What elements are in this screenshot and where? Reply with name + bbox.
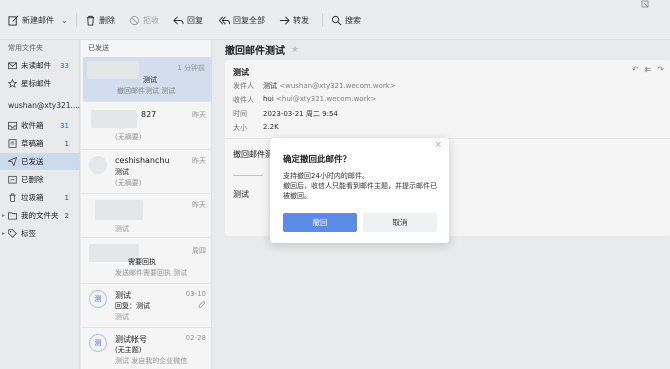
dialog-message: 支持撤回24小时内的邮件。 撤回后，收信人只能看到邮件主题，并提示邮件已被撤回。 — [283, 172, 437, 200]
recall-dialog: × 确定撤回此邮件？ 支持撤回24小时内的邮件。 撤回后，收信人只能看到邮件主题… — [270, 138, 449, 243]
close-icon[interactable]: × — [434, 140, 442, 150]
mail-window: 新建邮件 ⌄ 删除 拒收 回复 回复全部 转发 搜索 常用文件夹 未读邮件 33… — [0, 0, 670, 369]
cancel-button[interactable]: 取消 — [363, 213, 437, 232]
dialog-title: 确定撤回此邮件？ — [283, 155, 352, 165]
recall-button[interactable]: 撤回 — [283, 213, 357, 232]
